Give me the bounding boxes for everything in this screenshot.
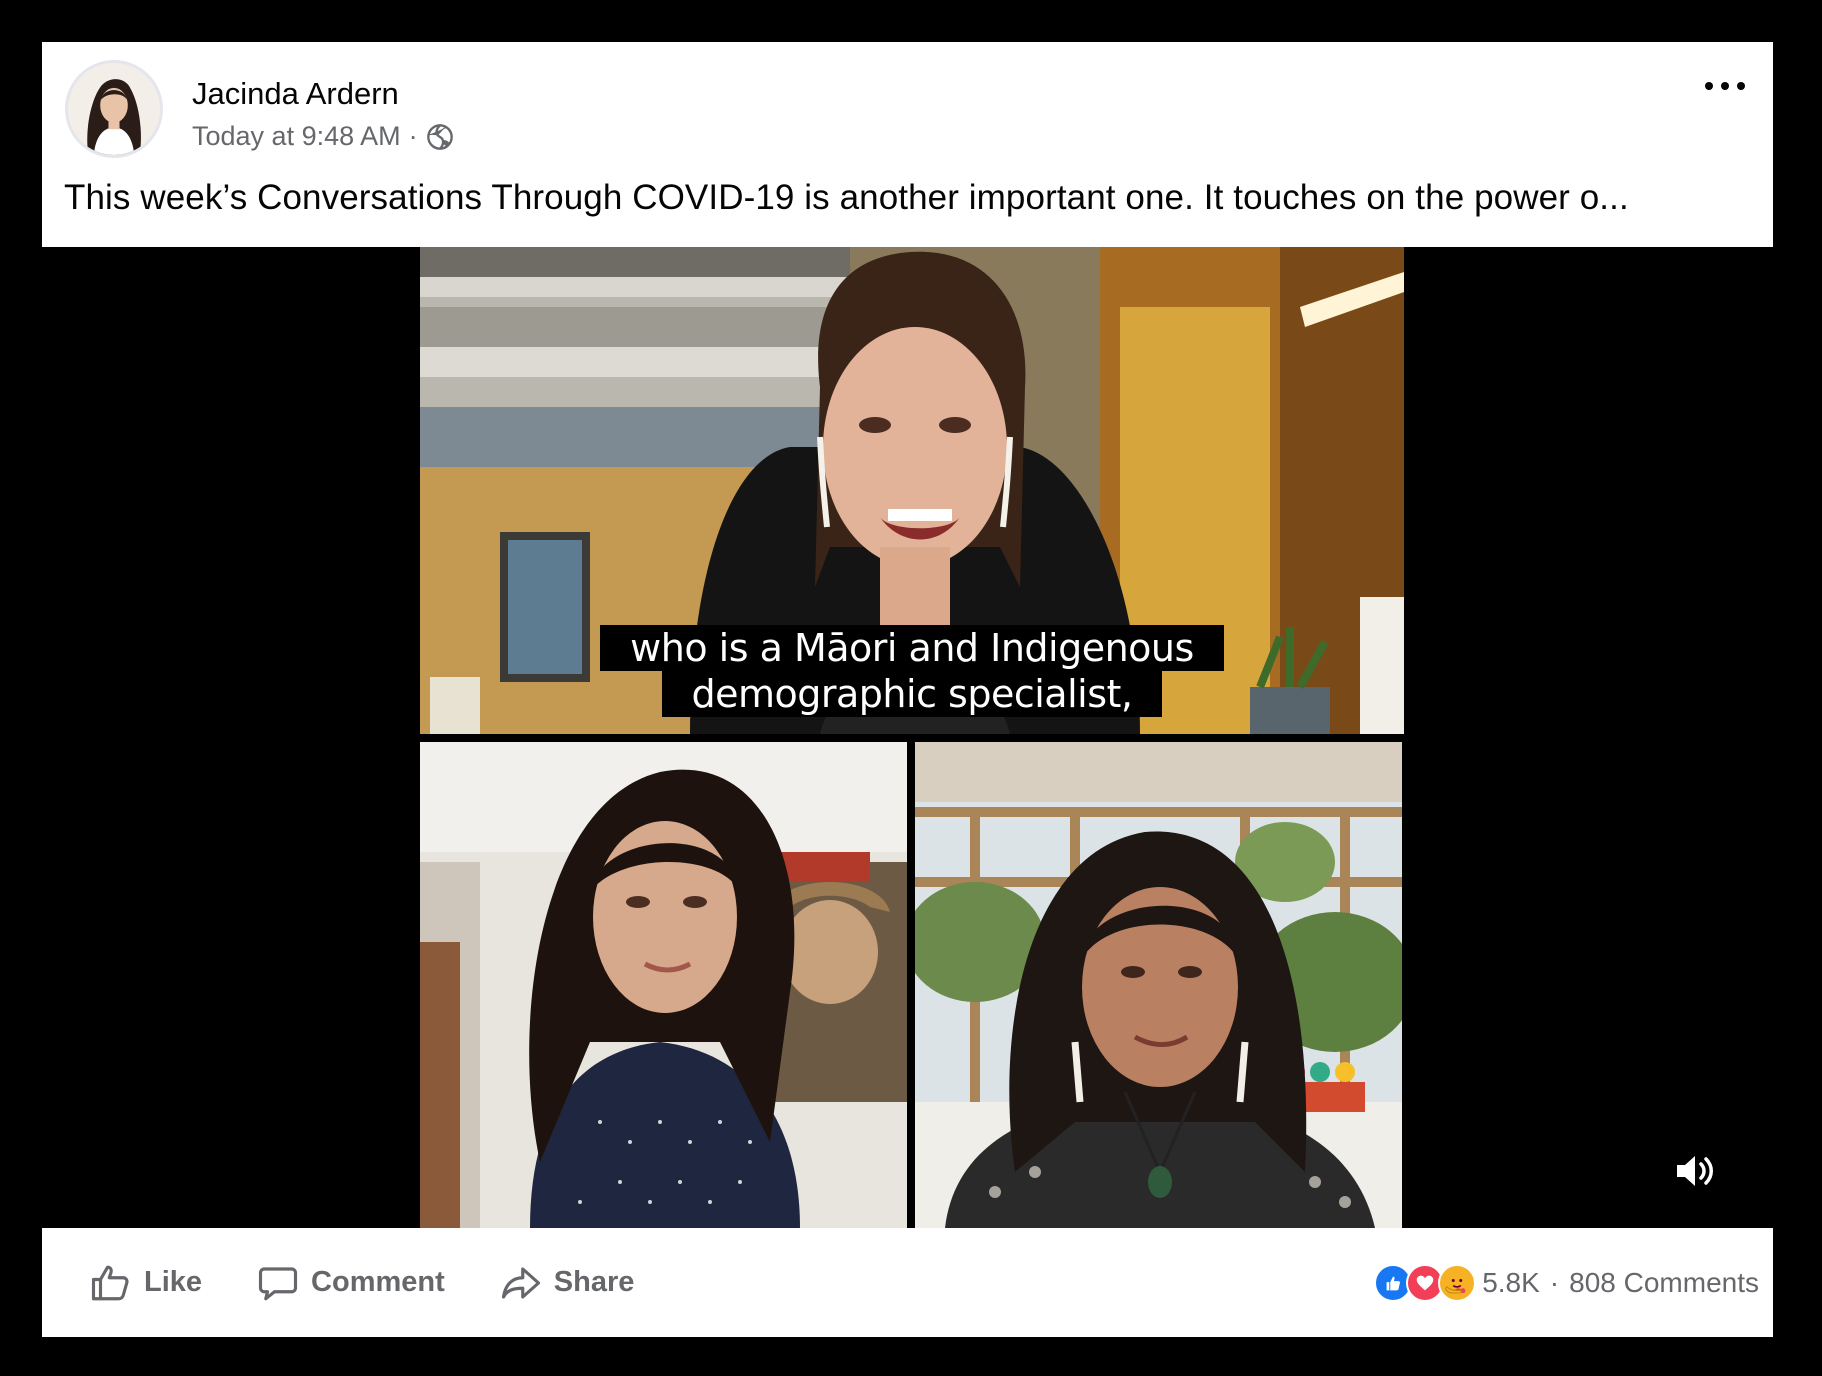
like-icon [90,1262,132,1304]
like-label: Like [144,1266,203,1298]
post-timestamp[interactable]: Today at 9:48 AM [192,121,401,152]
video-tile-bottom-left [420,742,907,1228]
care-reaction-icon [1438,1263,1477,1302]
video-frame-top [420,247,1404,734]
share-icon [500,1262,542,1304]
volume-icon[interactable] [1673,1148,1719,1194]
video-call-grid: who is a Māori and Indigenous demographi… [420,247,1404,1228]
comment-icon [257,1262,299,1304]
post-text[interactable]: This week’s Conversations Through COVID-… [64,178,1764,218]
video-player[interactable]: who is a Māori and Indigenous demographi… [42,247,1773,1228]
share-label: Share [553,1266,635,1298]
post-action-bar: Like Comment Share 5.8K · 808 Comments [42,1228,1773,1337]
author-name[interactable]: Jacinda Ardern [192,76,399,112]
comments-count[interactable]: 808 Comments [1569,1267,1759,1299]
author-avatar[interactable] [65,60,163,158]
post-actions: Like Comment Share [90,1228,689,1337]
video-frame-bottom-left [420,742,907,1228]
post-meta: Today at 9:48 AM · [192,121,454,152]
engagement-separator: · [1549,1266,1560,1298]
meta-separator: · [408,121,418,151]
video-tile-bottom-right [915,742,1402,1228]
share-button[interactable]: Share [500,1262,635,1304]
reaction-icons[interactable] [1374,1263,1477,1302]
engagement-summary: 5.8K · 808 Comments [1374,1228,1759,1337]
globe-icon[interactable] [426,123,454,151]
reaction-count[interactable]: 5.8K [1482,1267,1540,1299]
comment-button[interactable]: Comment [257,1262,445,1304]
facebook-post: Jacinda Ardern Today at 9:48 AM · This w… [42,42,1773,1337]
comment-label: Comment [311,1266,445,1298]
video-frame-bottom-right [915,742,1402,1228]
like-button[interactable]: Like [90,1262,202,1304]
video-tile-top: who is a Māori and Indigenous demographi… [420,247,1404,734]
more-options-icon[interactable] [1705,76,1745,96]
post-header: Jacinda Ardern Today at 9:48 AM · This w… [42,42,1773,247]
